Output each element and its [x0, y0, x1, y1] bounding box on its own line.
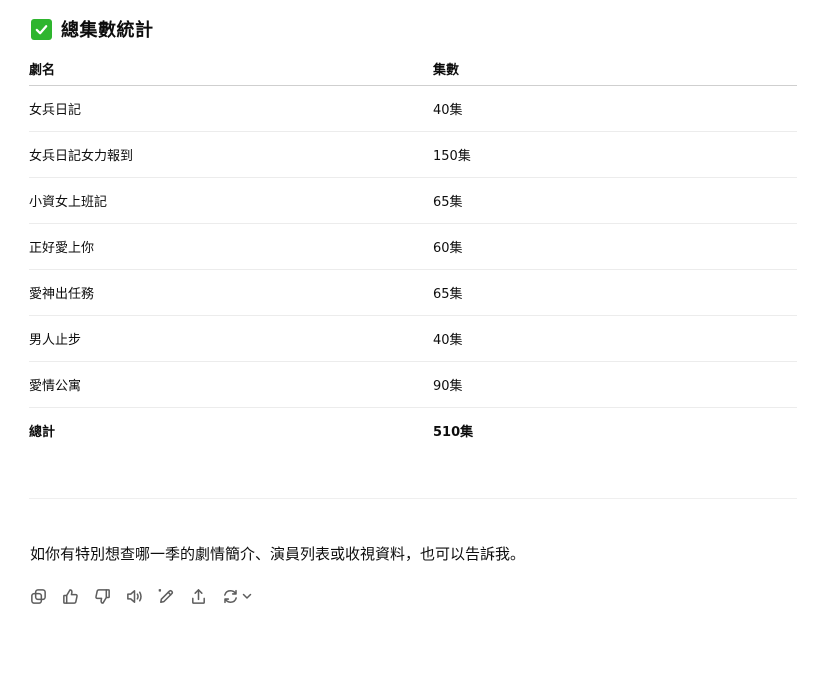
share-button[interactable]	[188, 586, 208, 606]
drama-title-cell: 男人止步	[29, 333, 82, 348]
copy-button[interactable]	[28, 586, 48, 606]
thumbs-down-button[interactable]	[92, 586, 112, 606]
episode-count-cell: 40集	[433, 103, 463, 118]
chevron-down-icon	[242, 593, 252, 599]
check-mark-button-icon	[31, 18, 52, 40]
table-row: 正好愛上你 60集	[29, 224, 797, 270]
copy-icon	[30, 588, 46, 604]
thumbs-down-icon	[94, 588, 110, 604]
episode-count-cell: 65集	[433, 195, 463, 210]
edit-icon	[158, 588, 173, 603]
header-episodes-column: 集數	[433, 63, 460, 78]
regenerate-button[interactable]	[220, 586, 253, 606]
episode-count-cell: 40集	[433, 333, 463, 348]
drama-title-cell: 女兵日記	[29, 103, 82, 118]
section-heading: 總集數統計	[31, 16, 154, 42]
thumbs-up-button[interactable]	[60, 586, 80, 606]
read-aloud-button[interactable]	[124, 586, 144, 606]
drama-title-cell: 女兵日記女力報到	[29, 149, 134, 164]
episode-count-cell: 150集	[433, 149, 471, 164]
follow-up-note: 如你有特別想查哪一季的劇情簡介、演員列表或收視資料，也可以告訴我。	[30, 545, 526, 563]
table-total-row: 總計 510集	[29, 408, 797, 453]
total-episodes-cell: 510集	[433, 425, 474, 440]
table-row: 愛神出任務 65集	[29, 270, 797, 316]
table-row: 男人止步 40集	[29, 316, 797, 362]
share-icon	[191, 588, 205, 604]
episode-count-cell: 60集	[433, 241, 463, 256]
header-title-column: 劇名	[29, 63, 56, 78]
episode-table: 劇名 集數 女兵日記 40集 女兵日記女力報到 150集 小資女上班記 65集 …	[29, 52, 797, 453]
table-header-row: 劇名 集數	[29, 52, 797, 86]
section-divider	[29, 498, 797, 499]
episode-count-cell: 90集	[433, 379, 463, 394]
table-row: 小資女上班記 65集	[29, 178, 797, 224]
table-row: 女兵日記 40集	[29, 86, 797, 132]
table-row: 愛情公寓 90集	[29, 362, 797, 408]
drama-title-cell: 正好愛上你	[29, 241, 95, 256]
thumbs-up-icon	[62, 588, 78, 604]
section-title: 總集數統計	[61, 20, 154, 41]
drama-title-cell: 愛神出任務	[29, 287, 95, 302]
table-row: 女兵日記女力報到 150集	[29, 132, 797, 178]
episode-count-cell: 65集	[433, 287, 463, 302]
read-aloud-icon	[126, 589, 142, 603]
drama-title-cell: 愛情公寓	[29, 379, 82, 394]
regenerate-icon	[223, 589, 237, 603]
message-action-bar	[28, 586, 253, 606]
drama-title-cell: 小資女上班記	[29, 195, 108, 210]
edit-button[interactable]	[156, 586, 176, 606]
total-label-cell: 總計	[29, 425, 56, 440]
